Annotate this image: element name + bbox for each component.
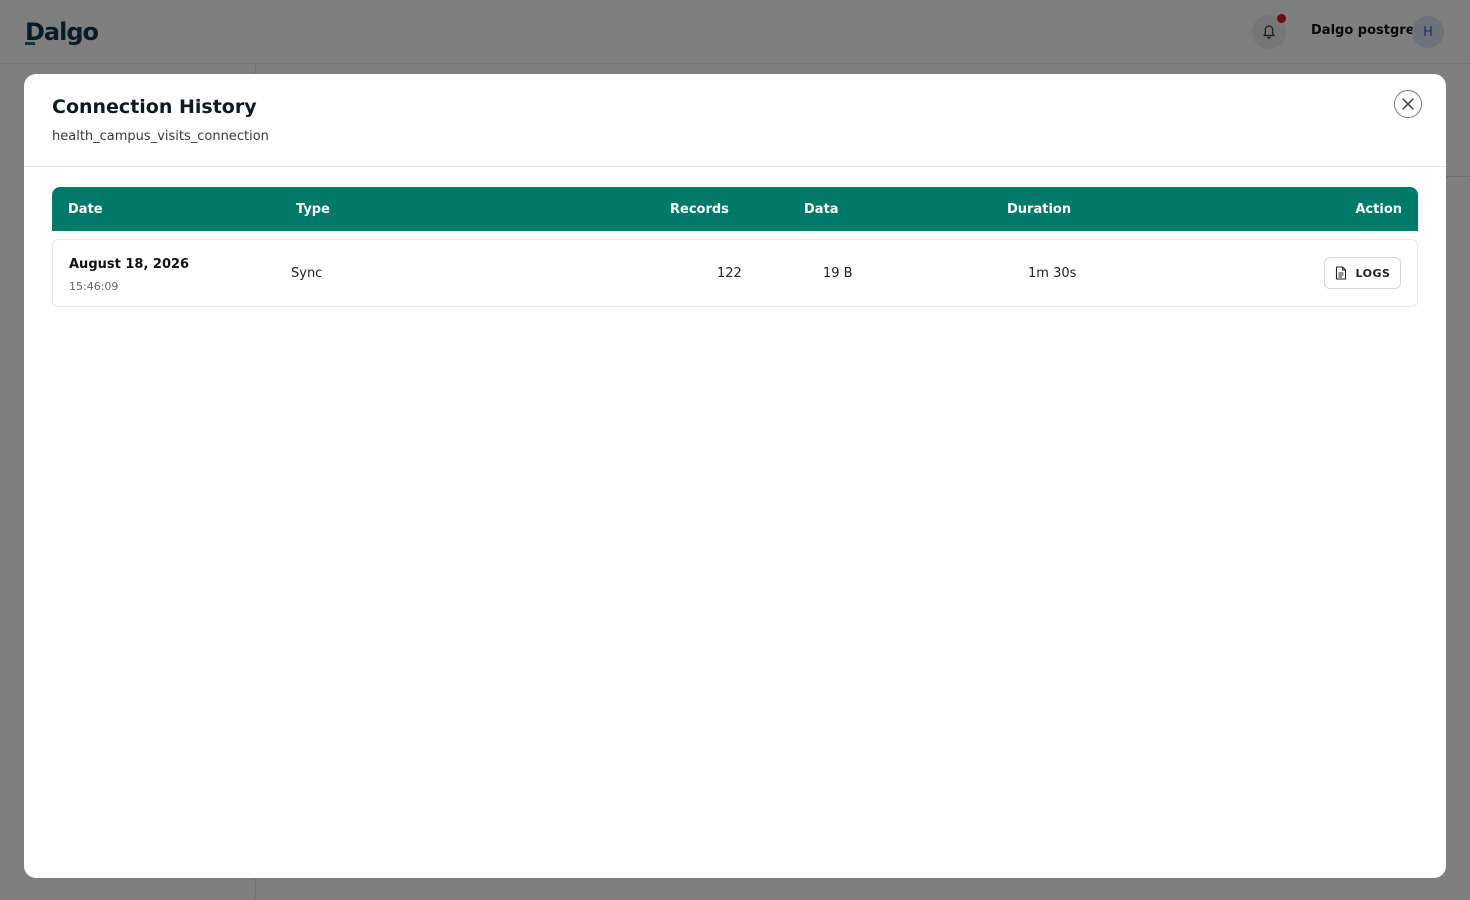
table-header: Date Type Records Data Duration Action (52, 187, 1418, 231)
row-type: Sync (291, 266, 323, 281)
table-row: August 18, 2026 15:46:09 Sync 122 19 B 1… (52, 239, 1418, 307)
dialog-title: Connection History (52, 96, 257, 118)
row-records: 122 (717, 266, 742, 281)
row-duration: 1m 30s (1028, 266, 1077, 281)
row-time: 15:46:09 (69, 280, 119, 293)
column-header-type: Type (296, 202, 330, 217)
column-header-records: Records (670, 202, 729, 217)
history-table: Date Type Records Data Duration Action A… (52, 187, 1418, 307)
row-date: August 18, 2026 (69, 257, 190, 272)
column-header-action: Action (1355, 202, 1402, 217)
close-icon (1402, 98, 1414, 110)
logs-button[interactable]: LOGS (1324, 257, 1401, 289)
column-header-data: Data (804, 202, 839, 217)
connection-history-dialog: Connection History health_campus_visits_… (24, 74, 1446, 878)
row-data-size: 19 B (823, 266, 853, 281)
document-icon (1335, 266, 1346, 280)
dialog-header: Connection History health_campus_visits_… (24, 74, 1446, 167)
column-header-date: Date (68, 202, 103, 217)
connection-name: health_campus_visits_connection (52, 129, 269, 144)
close-button[interactable] (1394, 90, 1422, 118)
column-header-duration: Duration (1007, 202, 1072, 217)
logs-button-label: LOGS (1355, 266, 1391, 280)
